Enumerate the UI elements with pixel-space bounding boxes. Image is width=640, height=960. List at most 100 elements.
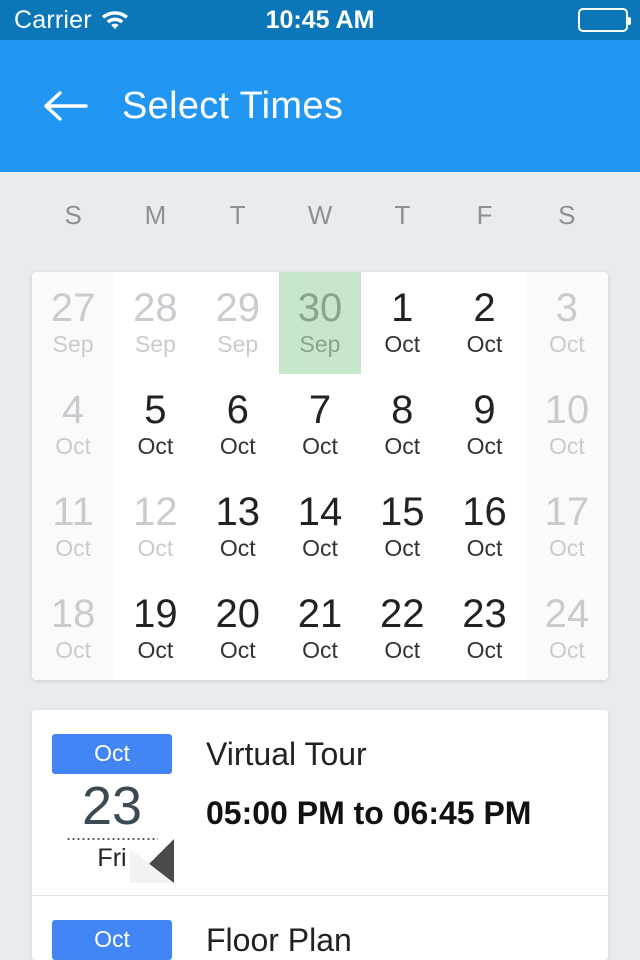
battery-icon <box>578 8 631 32</box>
calendar-day-number: 23 <box>462 592 507 637</box>
calendar-day-oct-13[interactable]: 13 Oct <box>197 476 279 578</box>
event-title: Virtual Tour <box>206 736 367 772</box>
calendar-day-number: 22 <box>380 592 425 637</box>
event-badge-month: Oct <box>52 734 172 774</box>
calendar-day-sep-30[interactable]: 30 Sep <box>278 272 362 374</box>
calendar-day-oct-6[interactable]: 6 Oct <box>197 374 279 476</box>
calendar-day-month: Oct <box>219 534 256 561</box>
calendar-day-oct-22[interactable]: 22 Oct <box>361 578 443 680</box>
calendar-day-month: Oct <box>302 534 338 561</box>
calendar-day-month: Oct <box>219 432 256 459</box>
status-bar-clock: 10:45 AM <box>265 5 375 34</box>
calendar-day-number: 2 <box>473 286 496 331</box>
calendar-day-month: Oct <box>466 534 503 561</box>
calendar-grid: 27 Sep 28 Sep 29 Sep 30 Sep 1 Oct 2 Oct 3 Oct 4 Oct 5 Oct… <box>32 272 608 680</box>
calendar-day-oct-2[interactable]: 2 Oct <box>443 272 525 374</box>
event-list-item[interactable]: Oct Floor Plan <box>32 895 608 960</box>
calendar-day-month: Sep <box>52 330 94 357</box>
calendar-day-month: Oct <box>219 636 256 663</box>
calendar-day-number: 3 <box>555 286 578 331</box>
calendar-day-oct-3: 3 Oct <box>525 272 608 374</box>
calendar-day-month: Sep <box>217 330 259 357</box>
calendar-day-month: Sep <box>299 330 341 357</box>
calendar-day-oct-1[interactable]: 1 Oct <box>361 272 443 374</box>
calendar-day-month: Oct <box>466 432 503 459</box>
event-badge-month: Oct <box>52 920 172 960</box>
calendar-day-month: Oct <box>55 636 92 663</box>
calendar-day-oct-19[interactable]: 19 Oct <box>114 578 196 680</box>
weekday-label-6: S <box>558 200 576 230</box>
calendar-day-oct-20[interactable]: 20 Oct <box>197 578 279 680</box>
event-title: Floor Plan <box>206 922 352 959</box>
calendar-day-number: 8 <box>391 388 414 433</box>
calendar-day-number: 14 <box>297 490 343 535</box>
calendar-day-month: Oct <box>548 534 585 561</box>
weekday-header: S M T W T F S <box>32 200 608 256</box>
weekday-label-3: W <box>307 200 333 230</box>
calendar-day-number: 18 <box>50 592 96 637</box>
calendar-day-number: 15 <box>380 490 425 535</box>
event-badge-day: 23 <box>81 776 143 836</box>
event-details: Virtual Tour 05:00 PM to 06:45 PM <box>206 734 531 832</box>
calendar-day-oct-14[interactable]: 14 Oct <box>279 476 361 578</box>
calendar-day-number: 30 <box>297 286 343 331</box>
calendar-day-number: 4 <box>62 388 85 433</box>
calendar-day-oct-4: 4 Oct <box>32 374 115 476</box>
weekday-label-1: M <box>144 200 167 230</box>
calendar-day-number: 9 <box>473 388 496 433</box>
back-arrow-icon[interactable] <box>42 83 88 129</box>
calendar-day-oct-21[interactable]: 21 Oct <box>279 578 361 680</box>
calendar-day-month: Oct <box>137 432 174 459</box>
calendar-day-month: Oct <box>137 636 174 663</box>
calendar-day-oct-24: 24 Oct <box>525 578 608 680</box>
event-list: Oct 23 Fri Virtual Tour 05:00 PM to 06:45 PM… <box>32 710 608 960</box>
calendar-week-row: 18 Oct 19 Oct 20 Oct 21 Oct 22 Oct 23 Oct 24 Oct <box>32 578 608 680</box>
calendar-day-month: Oct <box>384 534 421 561</box>
status-bar-right <box>578 8 631 32</box>
calendar-day-number: 28 <box>133 286 178 331</box>
calendar-day-month: Oct <box>55 432 92 459</box>
calendar-day-month: Oct <box>466 330 503 357</box>
event-list-item[interactable]: Oct 23 Fri Virtual Tour 05:00 PM to 06:45 PM <box>32 710 608 895</box>
calendar-day-month: Oct <box>384 330 421 357</box>
calendar-day-oct-8[interactable]: 8 Oct <box>361 374 443 476</box>
calendar-day-number: 24 <box>544 592 590 637</box>
weekday-label-0: S <box>64 200 82 230</box>
page-title: Select Times <box>122 84 344 127</box>
calendar-day-number: 13 <box>215 490 260 535</box>
calendar-day-month: Oct <box>384 636 421 663</box>
calendar-day-oct-15[interactable]: 15 Oct <box>361 476 443 578</box>
weekday-label-4: T <box>394 200 411 230</box>
event-date-badge: Oct <box>52 920 172 960</box>
calendar-day-month: Oct <box>302 432 338 459</box>
calendar-day-number: 29 <box>215 286 260 331</box>
calendar-day-number: 17 <box>544 490 590 535</box>
calendar-day-month: Oct <box>302 636 338 663</box>
calendar-day-month: Oct <box>384 432 421 459</box>
weekday-label-5: F <box>476 200 493 230</box>
calendar-day-number: 19 <box>133 592 178 637</box>
calendar-week-row: 11 Oct 12 Oct 13 Oct 14 Oct 15 Oct 16 Oct 17 Oct <box>32 476 608 578</box>
calendar-day-sep-27: 27 Sep <box>32 272 115 374</box>
calendar-week-row: 27 Sep 28 Sep 29 Sep 30 Sep 1 Oct 2 Oct 3 Oct <box>32 272 608 374</box>
weekday-label-2: T <box>229 200 246 230</box>
calendar-day-oct-23[interactable]: 23 Oct <box>443 578 525 680</box>
calendar-day-oct-7[interactable]: 7 Oct <box>279 374 361 476</box>
calendar-week-row: 4 Oct 5 Oct 6 Oct 7 Oct 8 Oct 9 Oct 10 Oct <box>32 374 608 476</box>
calendar-day-oct-9[interactable]: 9 Oct <box>443 374 525 476</box>
calendar-day-number: 7 <box>308 388 332 433</box>
select-times-screen: Carrier 10:45 AM Select Times S M T W T … <box>0 0 640 960</box>
calendar-day-oct-5[interactable]: 5 Oct <box>114 374 196 476</box>
calendar-day-number: 21 <box>297 592 343 637</box>
event-details: Floor Plan <box>206 920 352 959</box>
calendar-day-number: 5 <box>144 388 167 433</box>
calendar-day-sep-29: 29 Sep <box>197 272 279 374</box>
page-fold-icon <box>130 839 174 884</box>
calendar-day-number: 16 <box>462 490 507 535</box>
calendar-day-oct-12: 12 Oct <box>114 476 196 578</box>
calendar-day-oct-18: 18 Oct <box>32 578 115 680</box>
calendar-day-number: 27 <box>50 286 96 331</box>
calendar-day-oct-16[interactable]: 16 Oct <box>443 476 525 578</box>
calendar-day-number: 20 <box>215 592 260 637</box>
status-bar: Carrier 10:45 AM <box>0 0 640 40</box>
